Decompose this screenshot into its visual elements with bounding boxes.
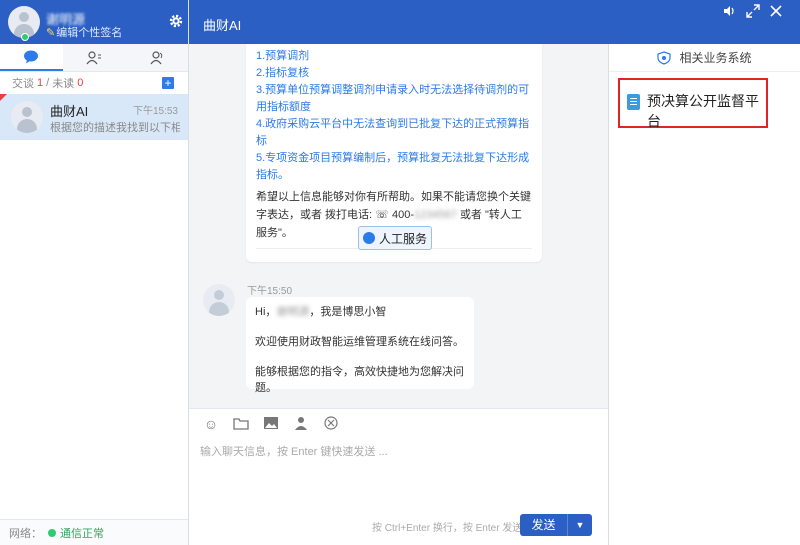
answer-link-4[interactable]: 4.政府采购云平台中无法查询到已批复下达的正式预算指标 xyxy=(256,116,532,150)
chat-bubble-icon xyxy=(24,50,39,63)
user-card-icon[interactable] xyxy=(293,416,309,432)
conversation-item[interactable]: 曲财AI 下午15:53 根据您的描述我找到以下相... xyxy=(0,94,188,140)
network-status-text: 通信正常 xyxy=(60,527,104,540)
greeting-user-name: 谢明源 xyxy=(276,306,310,318)
left-panel: 谢明源 ✎编辑个性签名 交谈 1 / 未读 0 + 曲财AI 下午15:53 根… xyxy=(0,0,189,545)
clear-icon[interactable] xyxy=(323,416,339,432)
answer-link-3[interactable]: 3.预算单位预算调整调剂申请录入时无法选择待调剂的可用指标额度 xyxy=(256,82,532,116)
maximize-icon[interactable] xyxy=(746,4,760,18)
shield-gear-icon xyxy=(657,50,672,65)
platform-link[interactable]: 预决算公开监督平台 xyxy=(618,78,768,129)
message-input[interactable]: 输入聊天信息，按 Enter 键快速发送 ... xyxy=(200,443,388,459)
composer-toolbar: ☺ xyxy=(203,416,339,432)
ability-text: 能够根据您的指令，高效快捷地为您解决问题。 xyxy=(255,366,464,394)
group-icon xyxy=(150,50,162,64)
conversation-preview: 根据您的描述我找到以下相... xyxy=(50,122,180,134)
unread-corner-marker xyxy=(0,94,7,101)
add-icon[interactable]: + xyxy=(162,77,174,89)
phone-blurred: 1234567 xyxy=(414,209,457,221)
edit-signature-link[interactable]: ✎编辑个性签名 xyxy=(46,24,122,40)
ai-answer-bubble: 1.预算调剂 2.指标复核 3.预算单位预算调整调剂申请录入时无法选择待调剂的可… xyxy=(246,44,542,262)
network-status-bar: 网络： 通信正常 xyxy=(0,519,188,545)
welcome-text: 欢迎使用财政智能运维管理系统在线问答。 xyxy=(255,336,464,348)
related-systems-panel: 相关业务系统 预决算公开监督平台 xyxy=(608,44,800,545)
answer-link-1[interactable]: 1.预算调剂 xyxy=(256,48,532,65)
pen-icon: ✎ xyxy=(46,27,56,39)
close-icon[interactable] xyxy=(769,4,783,18)
volume-icon[interactable] xyxy=(722,4,736,18)
composer: ☺ 输入聊天信息，按 Enter 键快速发送 ... 按 Ctrl+Enter … xyxy=(189,408,608,545)
greeting-line: Hi，谢明源，我是博思小智 xyxy=(255,304,465,320)
send-button[interactable]: 发送 ▼ xyxy=(520,514,592,536)
send-label: 发送 xyxy=(520,514,568,536)
network-status-icon xyxy=(48,528,56,537)
tab-groups[interactable] xyxy=(125,44,188,71)
conversation-avatar xyxy=(11,101,43,133)
agent-icon xyxy=(362,232,375,244)
document-icon xyxy=(627,94,640,110)
chat-count-label: 交谈 xyxy=(12,78,34,90)
human-service-label: 人工服务 xyxy=(378,231,427,246)
image-icon[interactable] xyxy=(263,416,279,432)
left-tabs xyxy=(0,44,188,72)
greeting-bubble: Hi，谢明源，我是博思小智 欢迎使用财政智能运维管理系统在线问答。 能够根据您的… xyxy=(246,297,474,394)
unread-count: 0 xyxy=(77,77,84,89)
message-list[interactable]: 1.预算调剂 2.指标复核 3.预算单位预算调整调剂申请录入时无法选择待调剂的可… xyxy=(189,44,608,408)
gear-icon[interactable] xyxy=(168,13,184,29)
send-hint: 按 Ctrl+Enter 换行，按 Enter 发送 xyxy=(372,523,523,534)
answer-link-2[interactable]: 2.指标复核 xyxy=(256,65,532,82)
folder-icon[interactable] xyxy=(233,416,249,432)
greeting-suffix: ，我是博思小智 xyxy=(309,306,387,318)
phone-prefix: 400- xyxy=(392,209,415,221)
platform-name: 预决算公开监督平台 xyxy=(647,93,759,129)
greeting-prefix: Hi， xyxy=(255,306,277,318)
chat-count: 1 xyxy=(37,77,44,89)
phone-number: ☏ 400-1234567 xyxy=(375,206,457,224)
conversation-name: 曲财AI xyxy=(50,104,89,119)
chevron-down-icon[interactable]: ▼ xyxy=(568,520,592,530)
online-status-icon xyxy=(21,33,29,41)
contact-list-icon xyxy=(86,50,101,64)
tab-messages[interactable] xyxy=(0,44,63,71)
profile-header: 谢明源 ✎编辑个性签名 xyxy=(0,0,188,44)
tab-contacts[interactable] xyxy=(63,44,126,71)
phone-icon: ☏ xyxy=(375,209,389,221)
network-label: 网络： xyxy=(9,527,42,540)
separator: / xyxy=(46,77,50,89)
chat-title: 曲财AI xyxy=(203,18,242,33)
emoji-icon[interactable]: ☺ xyxy=(203,416,219,432)
conversation-time: 下午15:53 xyxy=(132,106,178,117)
conversation-stats: 交谈 1 / 未读 0 + xyxy=(0,72,188,94)
chat-header: 曲财AI xyxy=(189,0,800,44)
bot-avatar xyxy=(203,284,235,316)
signature-label: 编辑个性签名 xyxy=(56,27,123,39)
unread-label: 未读 xyxy=(52,78,75,90)
related-systems-header: 相关业务系统 xyxy=(609,44,800,72)
message-time: 下午15:50 xyxy=(247,286,293,297)
related-systems-title: 相关业务系统 xyxy=(679,51,752,65)
human-service-button[interactable]: 人工服务 xyxy=(358,226,432,250)
answer-link-5[interactable]: 5.专项资金项目预算编制后，预算批复无法批复下达形成指标。 xyxy=(256,150,532,184)
